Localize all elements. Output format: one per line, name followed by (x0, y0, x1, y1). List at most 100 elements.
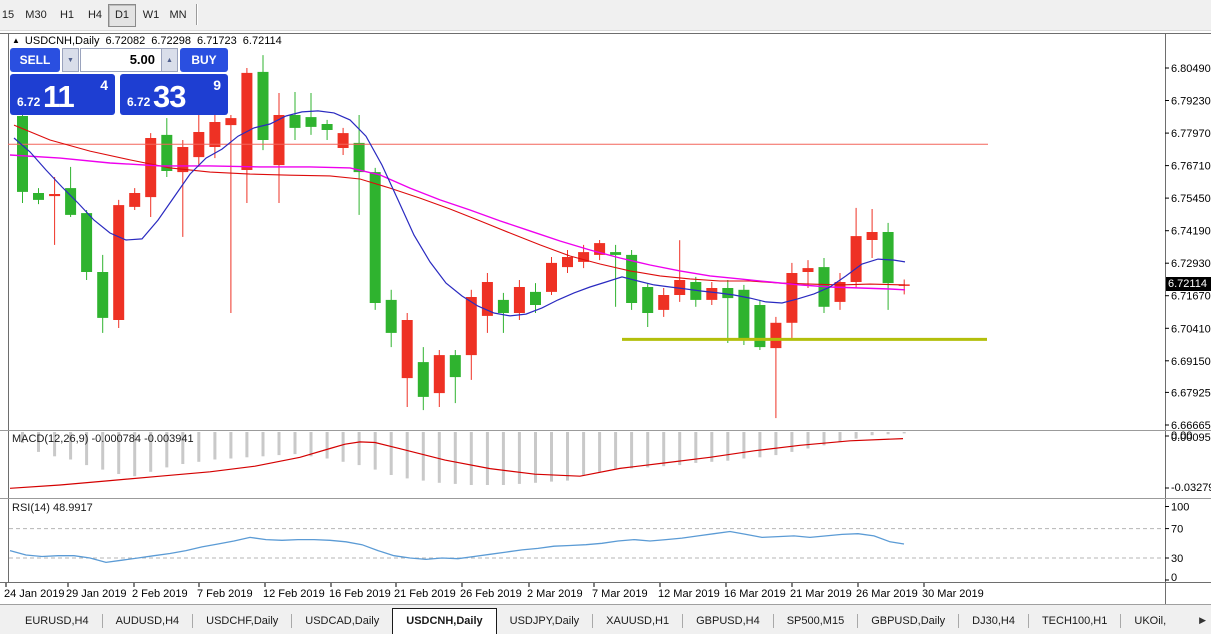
buy-price-pip: 9 (213, 77, 221, 93)
tab-xauusd-h1[interactable]: XAUUSD,H1 (593, 610, 682, 632)
macd-name: MACD(12,26,9) (12, 433, 88, 445)
chart-canvas[interactable]: 6.804906.792306.779706.767106.754506.741… (0, 31, 1211, 604)
candle-body (450, 355, 461, 377)
date-axis-label: 26 Mar 2019 (856, 588, 918, 600)
chart-window: 6.804906.792306.779706.767106.754506.741… (0, 31, 1211, 604)
candle-body (33, 193, 44, 200)
macd-histogram-bar (903, 432, 906, 433)
timeframe-d1-button[interactable]: D1 (108, 4, 136, 27)
macd-histogram-bar (534, 432, 537, 483)
candle-body (546, 263, 557, 292)
sell-price-prefix: 6.72 (17, 95, 40, 109)
macd-histogram-bar (486, 432, 489, 485)
price-axis-label: 6.74190 (1171, 226, 1211, 238)
timeframe-h4-button[interactable]: H4 (82, 4, 108, 27)
tab-usdcad-daily[interactable]: USDCAD,Daily (292, 610, 392, 632)
tab-gbpusd-h4[interactable]: GBPUSD,H4 (683, 610, 773, 632)
buy-price-display[interactable]: 6.72 33 9 (120, 74, 228, 115)
tab-usdchf-daily[interactable]: USDCHF,Daily (193, 610, 291, 632)
ohlc-low: 6.71723 (197, 35, 237, 47)
price-axis-label: 6.80490 (1171, 63, 1211, 75)
volume-decrease-button[interactable]: ▼ (62, 48, 79, 72)
price-axis-label: 6.76710 (1171, 161, 1211, 173)
toolbar-separator (196, 4, 197, 25)
candle-body (498, 300, 509, 313)
candle-body (530, 292, 541, 305)
tab-audusd-h4[interactable]: AUDUSD,H4 (103, 610, 193, 632)
timeframe-w1-button[interactable]: W1 (138, 4, 164, 27)
candle-body (642, 287, 653, 313)
macd-histogram-bar (422, 432, 425, 481)
sell-button[interactable]: SELL (10, 48, 60, 72)
volume-increase-button[interactable]: ▲ (161, 48, 178, 72)
macd-axis-label: -0.032793 (1171, 482, 1211, 494)
macd-histogram-bar (310, 432, 313, 456)
macd-indicator-label: MACD(12,26,9) -0.000784 -0.003941 (12, 433, 194, 445)
macd-histogram-bar (390, 432, 393, 475)
chart-title: USDCNH,Daily (25, 35, 100, 47)
price-axis-label: 6.79230 (1171, 96, 1211, 108)
macd-histogram-bar (646, 432, 649, 467)
candle-body (786, 273, 797, 323)
candle-body (706, 288, 717, 300)
macd-histogram-bar (470, 432, 473, 485)
candle-body (562, 257, 573, 267)
candle-body (658, 295, 669, 310)
timeframe-m30-button[interactable]: M30 (20, 4, 52, 27)
macd-histogram-bar (839, 432, 842, 442)
candle-body (209, 122, 220, 147)
date-axis-label: 12 Feb 2019 (263, 588, 325, 600)
macd-histogram-bar (678, 432, 681, 465)
candle-body (274, 115, 285, 165)
candle-body (113, 205, 124, 320)
macd-value-signal: -0.003941 (144, 433, 194, 445)
sell-price-display[interactable]: 6.72 11 4 (10, 74, 115, 115)
buy-price-big: 33 (153, 79, 185, 115)
timeframe-h1-button[interactable]: H1 (54, 4, 80, 27)
tab-tech100-h1[interactable]: TECH100,H1 (1029, 610, 1120, 632)
rsi-axis-label: 0 (1171, 572, 1177, 584)
tab-usdjpy-daily[interactable]: USDJPY,Daily (497, 610, 593, 632)
candle-body (466, 297, 477, 355)
macd-histogram-bar (213, 432, 216, 460)
macd-histogram-bar (774, 432, 777, 455)
tab-eurusd-h4[interactable]: EURUSD,H4 (12, 610, 102, 632)
rsi-axis-label: 70 (1171, 524, 1183, 536)
candle-body (722, 288, 733, 298)
volume-input[interactable]: 5.00 (80, 48, 162, 72)
tab-dj30-h4[interactable]: DJ30,H4 (959, 610, 1028, 632)
buy-button[interactable]: BUY (180, 48, 228, 72)
chart-title-row: ▲USDCNH,Daily6.720826.722986.717236.7211… (12, 35, 288, 48)
candle-body (370, 172, 381, 303)
macd-histogram-bar (614, 432, 617, 470)
timeframe-m15-button[interactable]: 15 (0, 4, 19, 27)
ohlc-close: 6.72114 (243, 35, 282, 47)
ma-slow-line (10, 155, 905, 290)
tab-sp500-m15[interactable]: SP500,M15 (774, 610, 857, 632)
tab-usdcnh-daily[interactable]: USDCNH,Daily (392, 608, 496, 634)
chart-marker-icon: ▲ (12, 36, 20, 45)
date-axis-label: 7 Mar 2019 (592, 588, 648, 600)
timeframe-mn-button[interactable]: MN (164, 4, 192, 27)
tab-scroll-right-icon[interactable]: ▶ (1199, 615, 1206, 626)
macd-histogram-bar (245, 432, 248, 457)
candle-body (402, 320, 413, 378)
price-axis-label: 6.67925 (1171, 387, 1211, 399)
macd-histogram-bar (871, 432, 874, 435)
one-click-trading-widget: SELL ▼ 5.00 ▲ BUY 6.72 11 4 6.72 33 9 (10, 48, 228, 115)
tab-ukoil-[interactable]: UKOil, (1121, 610, 1179, 632)
tab-gbpusd-daily[interactable]: GBPUSD,Daily (858, 610, 958, 632)
price-axis-label: 6.70410 (1171, 323, 1211, 335)
rsi-value: 48.9917 (53, 502, 93, 514)
macd-histogram-bar (855, 432, 858, 439)
macd-histogram-bar (887, 432, 890, 434)
macd-histogram-bar (662, 432, 665, 466)
price-axis-label: 6.69150 (1171, 356, 1211, 368)
candle-body (867, 232, 878, 240)
candle-body (338, 133, 349, 148)
date-axis-label: 26 Feb 2019 (460, 588, 522, 600)
candle-body (482, 282, 493, 316)
macd-histogram-bar (454, 432, 457, 484)
candle-body (306, 117, 317, 127)
macd-histogram-bar (758, 432, 761, 457)
